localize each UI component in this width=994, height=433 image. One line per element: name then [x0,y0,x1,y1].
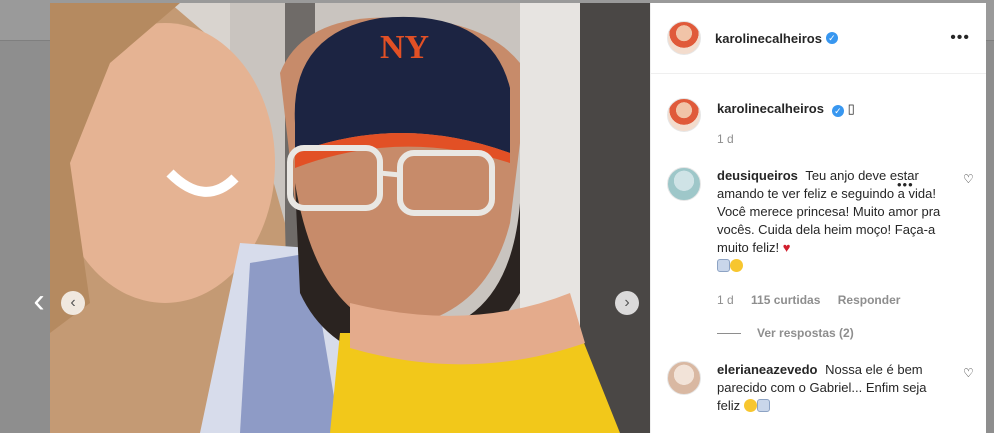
more-options-icon[interactable]: ••• [950,29,970,47]
comment-avatar[interactable] [667,361,701,395]
face-emoji-icon [756,399,770,412]
caption-meta: 1 d [717,132,748,146]
comment-username[interactable]: elerianeazevedo [717,362,817,377]
author-avatar[interactable] [667,21,701,55]
comment-text: deusiqueiros Teu anjo deve estar amando … [717,167,949,275]
comment-meta: 1 d 115 curtidas Responder [717,293,914,307]
smile-emoji-icon [743,399,757,412]
author-username[interactable]: karolinecalheiros [715,31,822,46]
comment-avatar[interactable] [667,167,701,201]
svg-text:NY: NY [380,29,429,66]
comment-age: 1 d [717,293,734,307]
post-photo: NY ‹ › [50,3,650,433]
replies-divider [717,332,741,334]
view-replies-label[interactable]: Ver respostas (2) [757,326,854,340]
smile-emoji-icon [730,259,743,272]
comment-username[interactable]: deusiqueiros [717,168,798,183]
caption-avatar[interactable] [667,98,701,132]
comment-likes[interactable]: 115 curtidas [751,293,820,307]
face-emoji-icon [717,259,730,272]
photo-previous-button[interactable]: ‹ [61,291,85,315]
heart-emoji-icon: ♥ [782,240,791,255]
photo-next-button[interactable]: › [615,291,639,315]
post-header: karolinecalheiros ✓ ••• [651,3,986,74]
verified-icon: ✓ [825,32,838,44]
heart-outline-icon[interactable]: ♡ [963,367,975,379]
verified-icon: ✓ [831,105,844,117]
caption-text: karolinecalheiros ✓ ▯ [717,100,949,118]
comment-item: elerianeazevedo Nossa ele é bem parecido… [667,361,974,431]
view-replies-button[interactable]: Ver respostas (2) [717,326,854,340]
reply-button[interactable]: Responder [838,293,901,307]
photo-image: NY [50,3,650,433]
post-modal: NY ‹ › karolinecalheiros ✓ ••• karolinec… [50,3,986,433]
heart-outline-icon[interactable]: ♡ [963,173,975,185]
post-sidebar: karolinecalheiros ✓ ••• karolinecalheiro… [650,3,986,433]
caption-username[interactable]: karolinecalheiros [717,101,824,116]
comment-item: deusiqueiros Teu anjo deve estar amando … [667,167,974,347]
caption-age: 1 d [717,132,734,146]
comment-text: elerianeazevedo Nossa ele é bem parecido… [717,361,949,415]
comment-options-icon[interactable]: ••• [897,177,914,192]
caption-row: karolinecalheiros ✓ ▯ 1 d [667,98,967,158]
previous-post-arrow-icon[interactable]: ‹ [26,284,52,318]
caption-emoji: ▯ [847,101,855,116]
